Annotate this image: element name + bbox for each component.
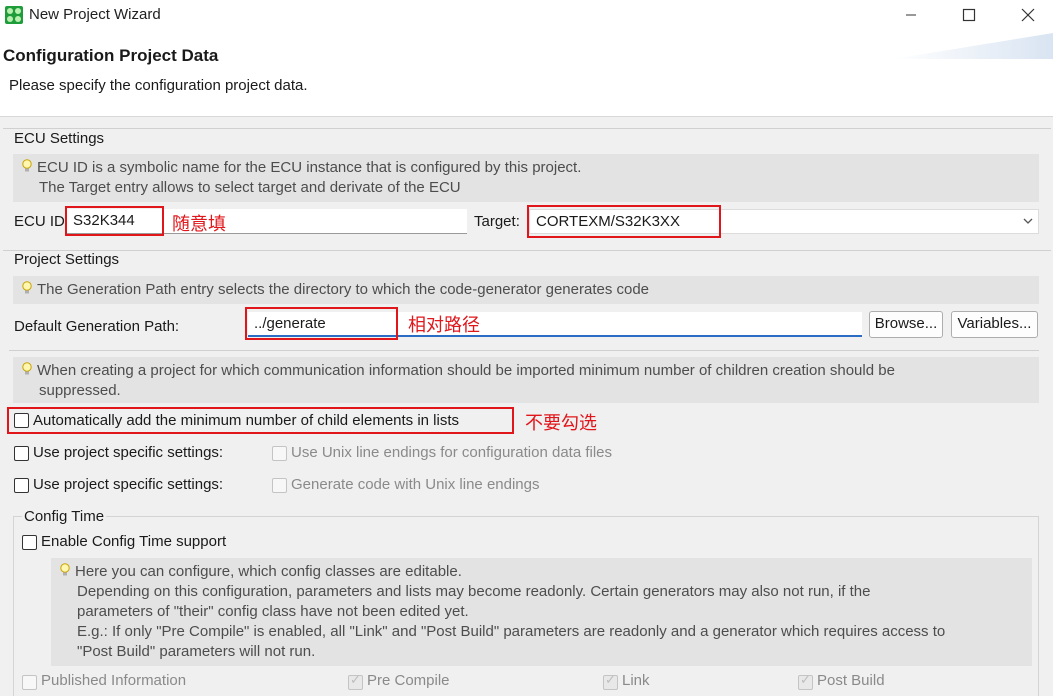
generation-path-label: Default Generation Path: — [14, 318, 180, 335]
app-icon — [5, 6, 23, 24]
auto-add-highlight — [7, 407, 514, 434]
auto-add-annotation: 不要勾选 — [525, 413, 597, 433]
lightbulb-icon — [60, 563, 70, 576]
window-title: New Project Wizard — [29, 6, 161, 23]
enable-config-time-checkbox[interactable] — [22, 535, 37, 550]
project-specific-checkbox-2[interactable] — [14, 478, 29, 493]
browse-button[interactable]: Browse... — [869, 311, 943, 338]
unix-config-label: Use Unix line endings for configuration … — [291, 444, 613, 461]
maximize-button[interactable] — [946, 0, 992, 30]
lightbulb-icon — [22, 281, 32, 294]
lightbulb-icon — [22, 362, 32, 375]
link-label: Link — [622, 672, 650, 689]
minimize-button[interactable] — [888, 0, 934, 30]
close-icon — [1021, 8, 1035, 22]
lightbulb-icon — [22, 159, 32, 172]
separator — [9, 350, 1039, 351]
unix-gen-label: Generate code with Unix line endings — [291, 476, 540, 493]
target-label: Target: — [474, 213, 520, 230]
header-decoration — [893, 33, 1053, 59]
title-bar: New Project Wizard — [0, 0, 1053, 33]
post-build-label: Post Build — [817, 672, 885, 689]
ecu-id-label: ECU ID: — [14, 213, 70, 230]
enable-config-time-label[interactable]: Enable Config Time support — [41, 533, 226, 550]
unix-gen-checkbox[interactable] — [272, 478, 287, 493]
children-info-line1: When creating a project for which commun… — [37, 362, 895, 379]
ecu-info-box: ECU ID is a symbolic name for the ECU in… — [13, 154, 1039, 202]
ecu-info-line2: The Target entry allows to select target… — [39, 179, 461, 196]
ecu-id-annotation: 随意填 — [172, 214, 226, 234]
chevron-down-icon[interactable] — [1022, 216, 1034, 226]
minimize-icon — [906, 14, 916, 16]
config-time-info-line1: Here you can configure, which config cla… — [75, 563, 462, 580]
ecu-settings-title: ECU Settings — [14, 130, 105, 147]
close-button[interactable] — [1005, 0, 1051, 30]
generation-info-text: The Generation Path entry selects the di… — [37, 281, 650, 298]
config-time-title: Config Time — [22, 508, 107, 525]
variables-button[interactable]: Variables... — [951, 311, 1038, 338]
project-settings-title: Project Settings — [14, 251, 120, 268]
maximize-icon — [962, 8, 976, 22]
pre-compile-label: Pre Compile — [367, 672, 450, 689]
config-time-info-line4: E.g.: If only "Pre Compile" is enabled, … — [77, 623, 946, 640]
project-settings-group — [3, 250, 1051, 251]
unix-config-checkbox[interactable] — [272, 446, 287, 461]
children-info-box: When creating a project for which commun… — [13, 357, 1039, 403]
ecu-info-line1: ECU ID is a symbolic name for the ECU in… — [37, 159, 582, 176]
project-specific-checkbox-1[interactable] — [14, 446, 29, 461]
target-highlight — [527, 205, 721, 238]
generation-path-annotation: 相对路径 — [408, 315, 480, 335]
config-time-info-line5: "Post Build" parameters will not run. — [77, 643, 316, 660]
generation-info-box: The Generation Path entry selects the di… — [13, 276, 1039, 304]
config-time-info-line3: parameters of "their" config class have … — [77, 603, 469, 620]
ecu-id-highlight — [65, 206, 164, 236]
wizard-header: Configuration Project Data Please specif… — [0, 33, 1053, 117]
config-time-info-box: Here you can configure, which config cla… — [51, 558, 1032, 666]
project-specific-label-1[interactable]: Use project specific settings: — [33, 444, 223, 461]
generation-path-highlight — [245, 307, 398, 340]
published-information-label: Published Information — [41, 672, 187, 689]
children-info-line2: suppressed. — [39, 382, 121, 399]
page-title: Configuration Project Data — [3, 46, 219, 65]
config-time-info-line2: Depending on this configuration, paramet… — [77, 583, 871, 600]
project-specific-label-2[interactable]: Use project specific settings: — [33, 476, 223, 493]
page-description: Please specify the configuration project… — [9, 77, 308, 94]
